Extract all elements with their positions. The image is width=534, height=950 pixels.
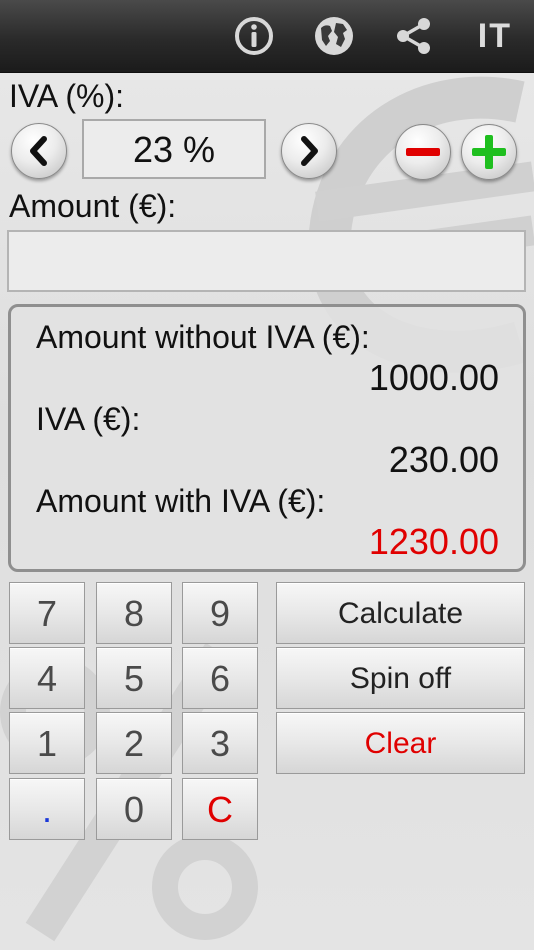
amount-without-iva-value: 1000.00 bbox=[368, 357, 499, 398]
key-6[interactable]: 6 bbox=[182, 647, 258, 709]
key-1[interactable]: 1 bbox=[9, 712, 85, 774]
iva-percent-label: IVA (%): bbox=[9, 78, 124, 114]
iva-amount-value: 230.00 bbox=[388, 439, 499, 480]
key-2[interactable]: 2 bbox=[96, 712, 172, 774]
plus-icon bbox=[472, 135, 506, 169]
top-bar: IT bbox=[0, 0, 534, 73]
share-icon[interactable] bbox=[392, 14, 436, 58]
amount-with-iva-value: 1230.00 bbox=[368, 521, 499, 562]
key-0[interactable]: 0 bbox=[96, 778, 172, 840]
key-4[interactable]: 4 bbox=[9, 647, 85, 709]
globe-icon[interactable] bbox=[312, 14, 356, 58]
minus-icon bbox=[406, 148, 440, 156]
key-7[interactable]: 7 bbox=[9, 582, 85, 644]
amount-without-iva-label: Amount without IVA (€): bbox=[36, 319, 370, 355]
chevron-right-icon bbox=[301, 136, 318, 166]
amount-label: Amount (€): bbox=[9, 188, 177, 224]
calculate-button[interactable]: Calculate bbox=[276, 582, 525, 644]
plus-button[interactable] bbox=[461, 124, 517, 180]
amount-input[interactable] bbox=[7, 230, 526, 292]
iva-decrease-button[interactable] bbox=[11, 123, 67, 179]
info-icon[interactable] bbox=[232, 14, 276, 58]
key-9[interactable]: 9 bbox=[182, 582, 258, 644]
clear-button[interactable]: Clear bbox=[276, 712, 525, 774]
iva-amount-label: IVA (€): bbox=[36, 401, 141, 437]
amount-with-iva-label: Amount with IVA (€): bbox=[36, 483, 326, 519]
key-clear-entry[interactable]: C bbox=[182, 778, 258, 840]
chevron-left-icon bbox=[30, 136, 47, 166]
key-decimal[interactable]: . bbox=[9, 778, 85, 840]
iva-percent-display: 23 % bbox=[82, 119, 266, 179]
key-5[interactable]: 5 bbox=[96, 647, 172, 709]
results-panel: Amount without IVA (€): 1000.00 IVA (€):… bbox=[8, 304, 526, 572]
key-8[interactable]: 8 bbox=[96, 582, 172, 644]
key-3[interactable]: 3 bbox=[182, 712, 258, 774]
language-selector[interactable]: IT bbox=[478, 16, 512, 56]
spin-off-button[interactable]: Spin off bbox=[276, 647, 525, 709]
iva-increase-button[interactable] bbox=[281, 123, 337, 179]
minus-button[interactable] bbox=[395, 124, 451, 180]
